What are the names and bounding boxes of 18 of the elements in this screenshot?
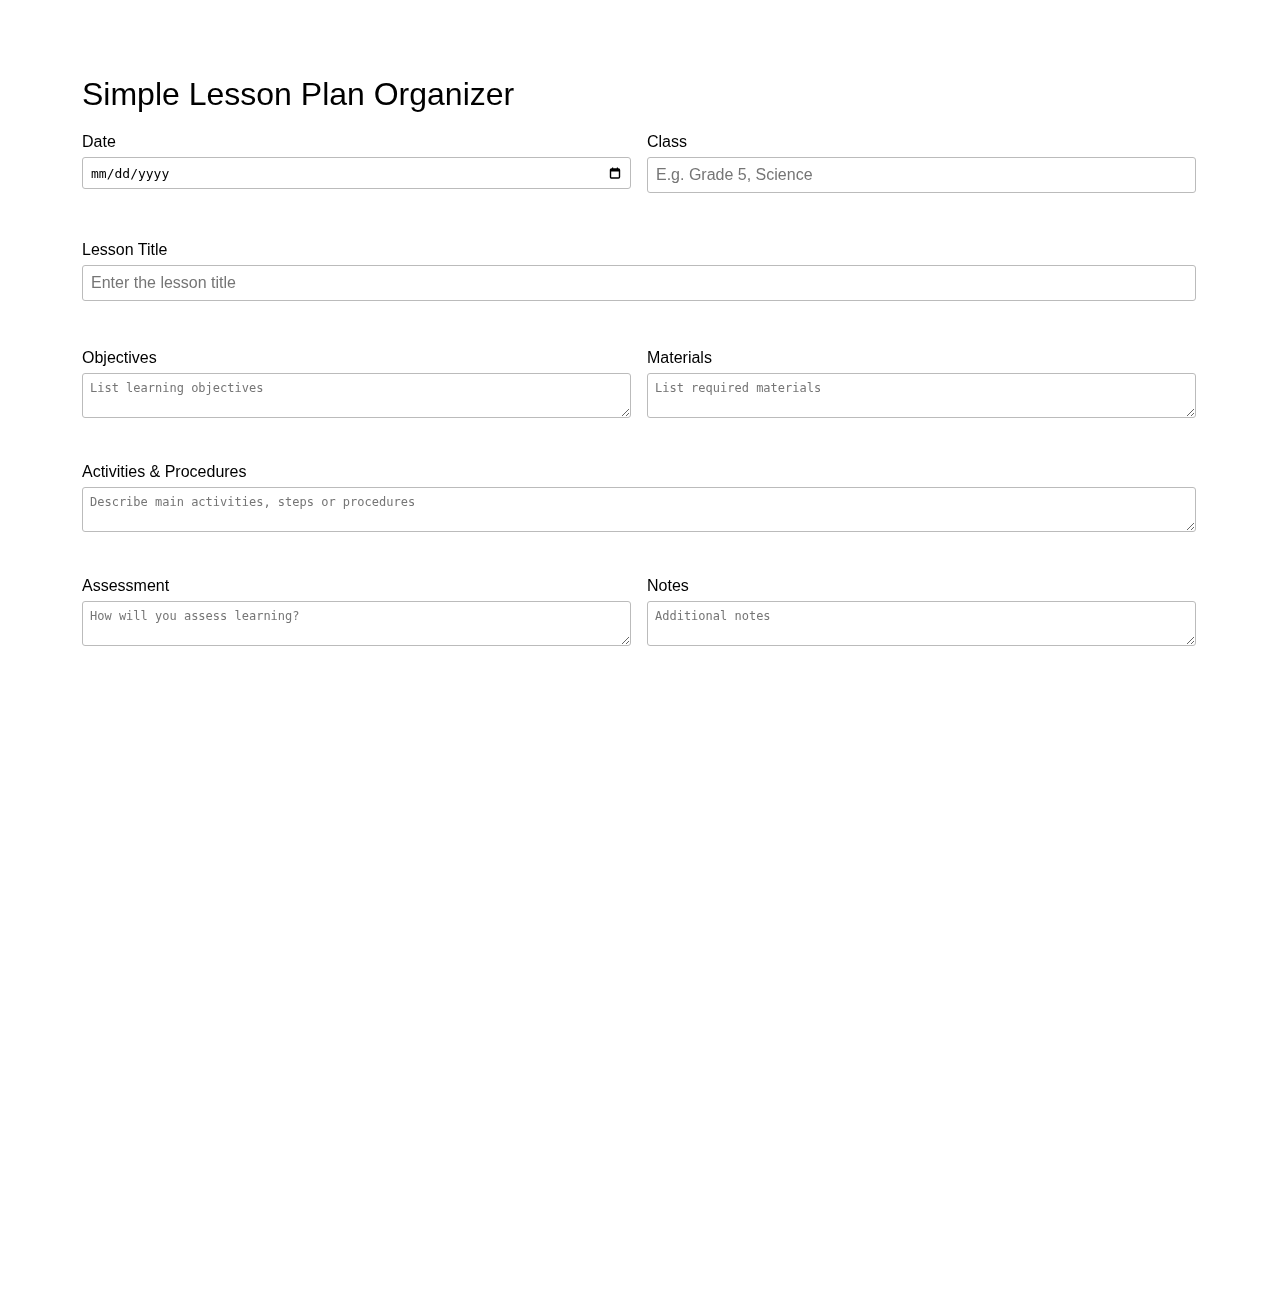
field-label: Materials — [647, 349, 713, 367]
input-field[interactable]: Enter the lesson title — [82, 265, 1196, 301]
input-field[interactable]: E.g. Grade 5, Science — [647, 157, 1196, 193]
text-area[interactable]: List learning objectives — [82, 373, 631, 418]
field-label: Lesson Title — [82, 241, 169, 259]
field-label: Class — [647, 133, 688, 151]
text-area[interactable]: Describe main activities, steps or procedures — [82, 487, 1196, 532]
date-field[interactable]: mm/dd/yyyy — [82, 157, 631, 189]
field-label: Notes — [647, 577, 690, 595]
text-area[interactable]: How will you assess learning? — [82, 601, 631, 646]
calendar-icon[interactable] — [609, 167, 621, 179]
field-label: Date — [82, 133, 117, 151]
text-area[interactable]: List required materials — [647, 373, 1196, 418]
field-label: Objectives — [82, 349, 158, 367]
field-label: Activities & Procedures — [82, 463, 248, 481]
text-area[interactable]: Additional notes — [647, 601, 1196, 646]
field-label: Assessment — [82, 577, 171, 595]
page-title: Simple Lesson Plan Organizer — [82, 75, 516, 114]
